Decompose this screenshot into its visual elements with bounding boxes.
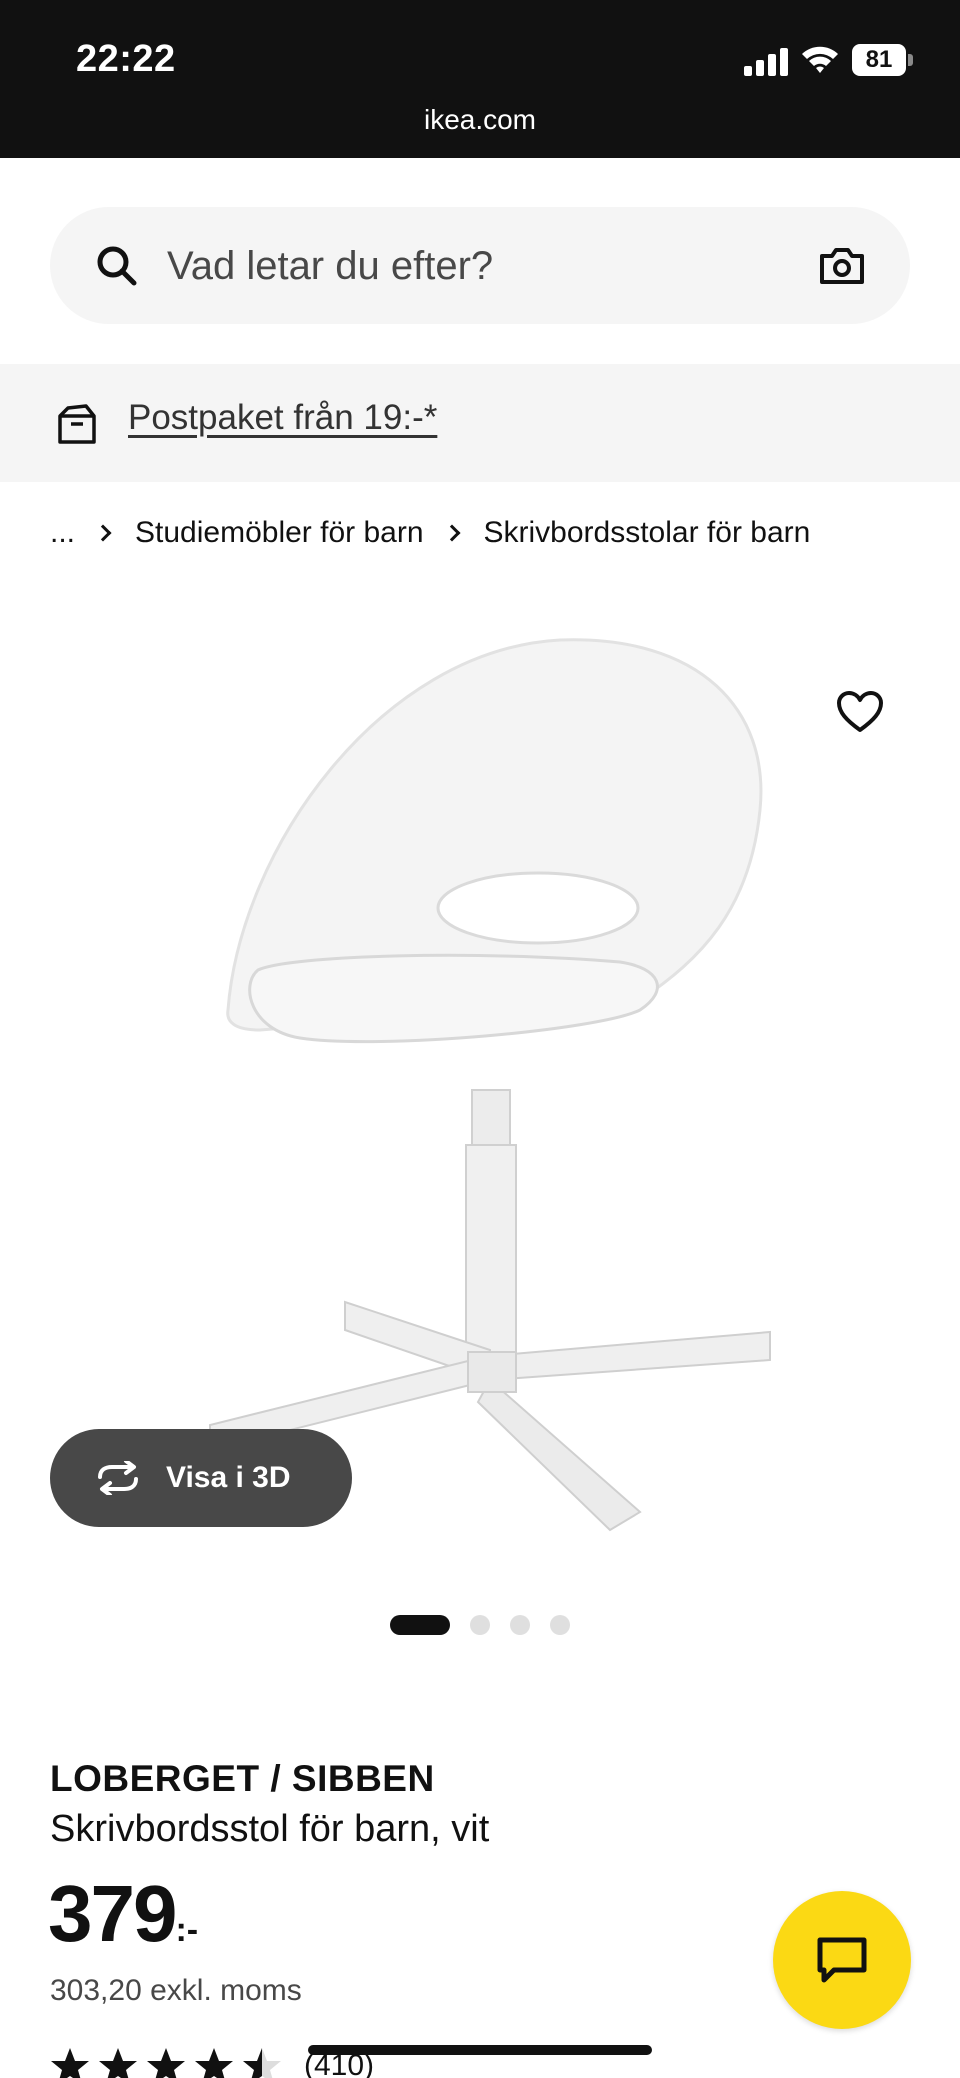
search-icon (97, 246, 137, 286)
promo-banner: Postpaket från 19:-* (0, 364, 960, 482)
battery-level: 81 (852, 44, 906, 76)
chevron-right-icon (94, 524, 112, 542)
image-carousel-dots (390, 1614, 570, 1636)
price-excl-vat: 303,20 exkl. moms (50, 1974, 302, 2007)
price-suffix: :- (175, 1911, 199, 1949)
breadcrumb-ellipsis[interactable]: ... (50, 516, 75, 550)
product-name: LOBERGET / SIBBEN (50, 1758, 435, 1799)
rotate-3d-icon (98, 1461, 138, 1495)
shipping-promo-link[interactable]: Postpaket från 19:-* (128, 398, 437, 438)
wifi-icon (802, 46, 838, 73)
chat-bubble-icon (817, 1937, 867, 1983)
star-icon (195, 2048, 233, 2078)
chevron-right-icon (443, 524, 461, 542)
cellular-signal-icon (744, 46, 788, 76)
breadcrumb-item[interactable]: Studiemöbler för barn (135, 516, 424, 550)
search-bar[interactable]: Vad letar du efter? (50, 207, 910, 324)
breadcrumb: ... Studiemöbler för barn Skrivbordsstol… (50, 516, 810, 550)
battery-icon: 81 (852, 44, 914, 76)
status-bar: 22:22 81 ikea.com (0, 0, 960, 158)
carousel-dot[interactable] (510, 1615, 530, 1635)
breadcrumb-item[interactable]: Skrivbordsstolar för barn (484, 516, 811, 550)
carousel-dot[interactable] (470, 1615, 490, 1635)
star-icon (51, 2048, 89, 2078)
product-description: Skrivbordsstol för barn, vit (50, 1808, 490, 1850)
status-time: 22:22 (76, 38, 176, 80)
product-price: 379 :- (48, 1868, 198, 1960)
search-input[interactable]: Vad letar du efter? (167, 244, 493, 289)
carousel-dot-active[interactable] (390, 1615, 450, 1635)
view-in-3d-button[interactable]: Visa i 3D (50, 1429, 352, 1527)
star-half-icon (243, 2048, 281, 2078)
parcel-box-icon (58, 404, 96, 444)
home-indicator (308, 2045, 652, 2055)
carousel-dot[interactable] (550, 1615, 570, 1635)
favorite-heart-icon[interactable] (836, 690, 884, 734)
view-in-3d-label: Visa i 3D (166, 1461, 291, 1494)
browser-url[interactable]: ikea.com (0, 104, 960, 136)
camera-icon[interactable] (818, 244, 866, 288)
star-icon (99, 2048, 137, 2078)
price-integer: 379 (48, 1869, 177, 1958)
star-icon (147, 2048, 185, 2078)
chat-button[interactable] (773, 1891, 911, 2029)
